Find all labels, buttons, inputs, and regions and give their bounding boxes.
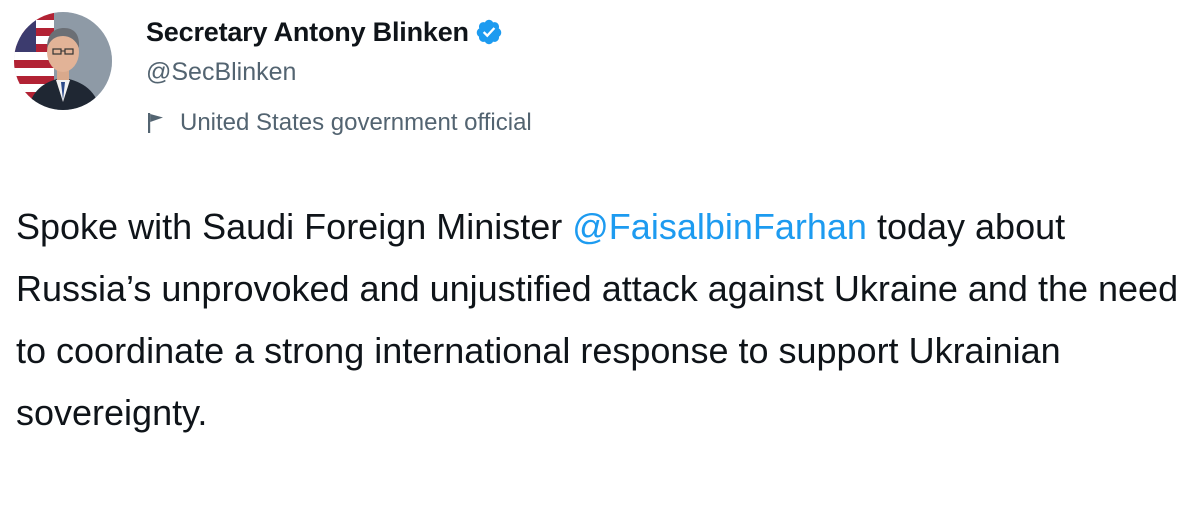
handle[interactable]: @SecBlinken — [146, 58, 532, 87]
tweet-text: Spoke with Saudi Foreign Minister @Faisa… — [16, 196, 1191, 444]
name-row: Secretary Antony Blinken — [146, 14, 532, 50]
account-label[interactable]: United States government official — [146, 109, 532, 137]
tweet-card: Secretary Antony Blinken @SecBlinken Uni… — [0, 0, 1200, 522]
mention-link[interactable]: @FaisalbinFarhan — [572, 206, 867, 247]
flag-icon — [146, 112, 166, 134]
display-name[interactable]: Secretary Antony Blinken — [146, 17, 469, 48]
account-label-text: United States government official — [180, 109, 532, 136]
avatar-image — [14, 12, 112, 110]
avatar[interactable] — [14, 12, 112, 110]
verified-badge-icon — [475, 18, 503, 46]
tweet-header: Secretary Antony Blinken @SecBlinken Uni… — [146, 14, 532, 137]
tweet-text-before: Spoke with Saudi Foreign Minister — [16, 206, 573, 247]
